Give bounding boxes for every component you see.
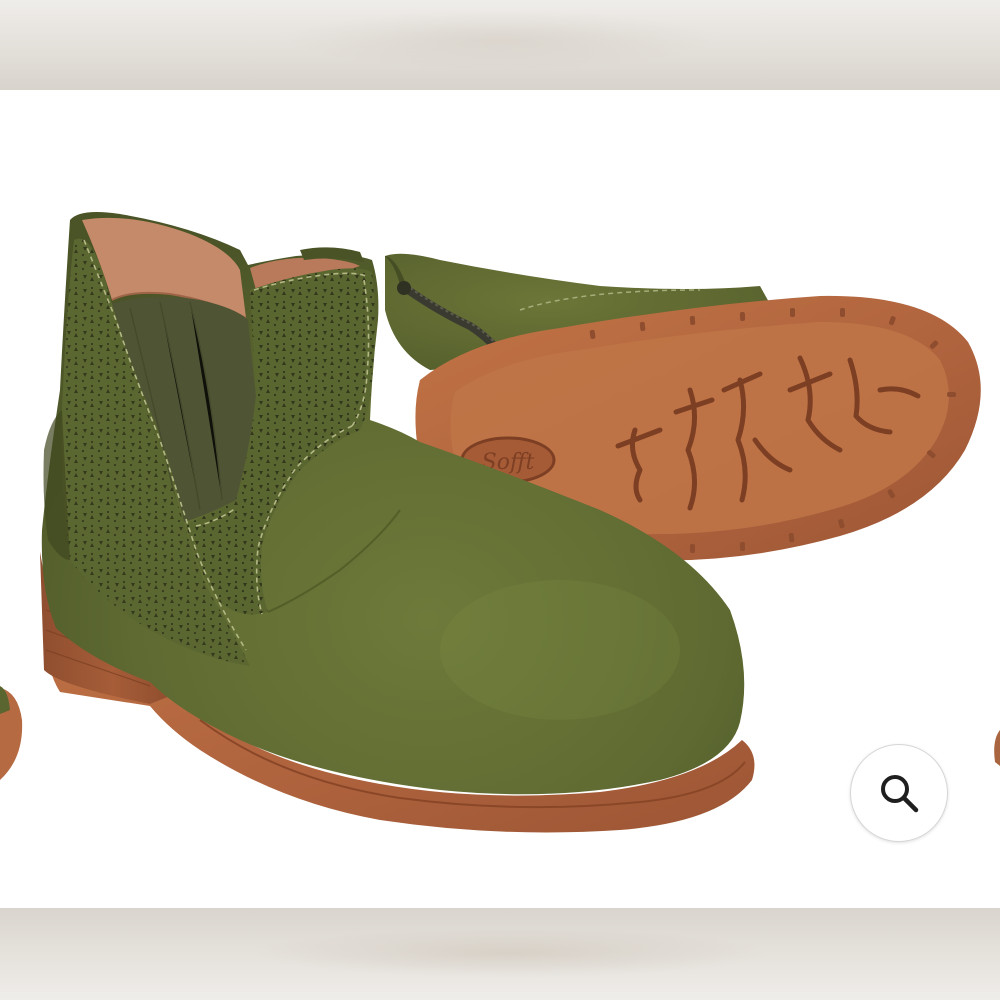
previous-image-strip: [0, 0, 1000, 90]
magnifier-icon: [881, 775, 919, 813]
next-image-strip: [0, 908, 1000, 1000]
zoom-button[interactable]: [850, 744, 948, 842]
adjacent-boot-right: [994, 730, 1000, 766]
product-gallery: Sofft: [0, 0, 1000, 1000]
adjacent-boot-left: [0, 686, 23, 780]
